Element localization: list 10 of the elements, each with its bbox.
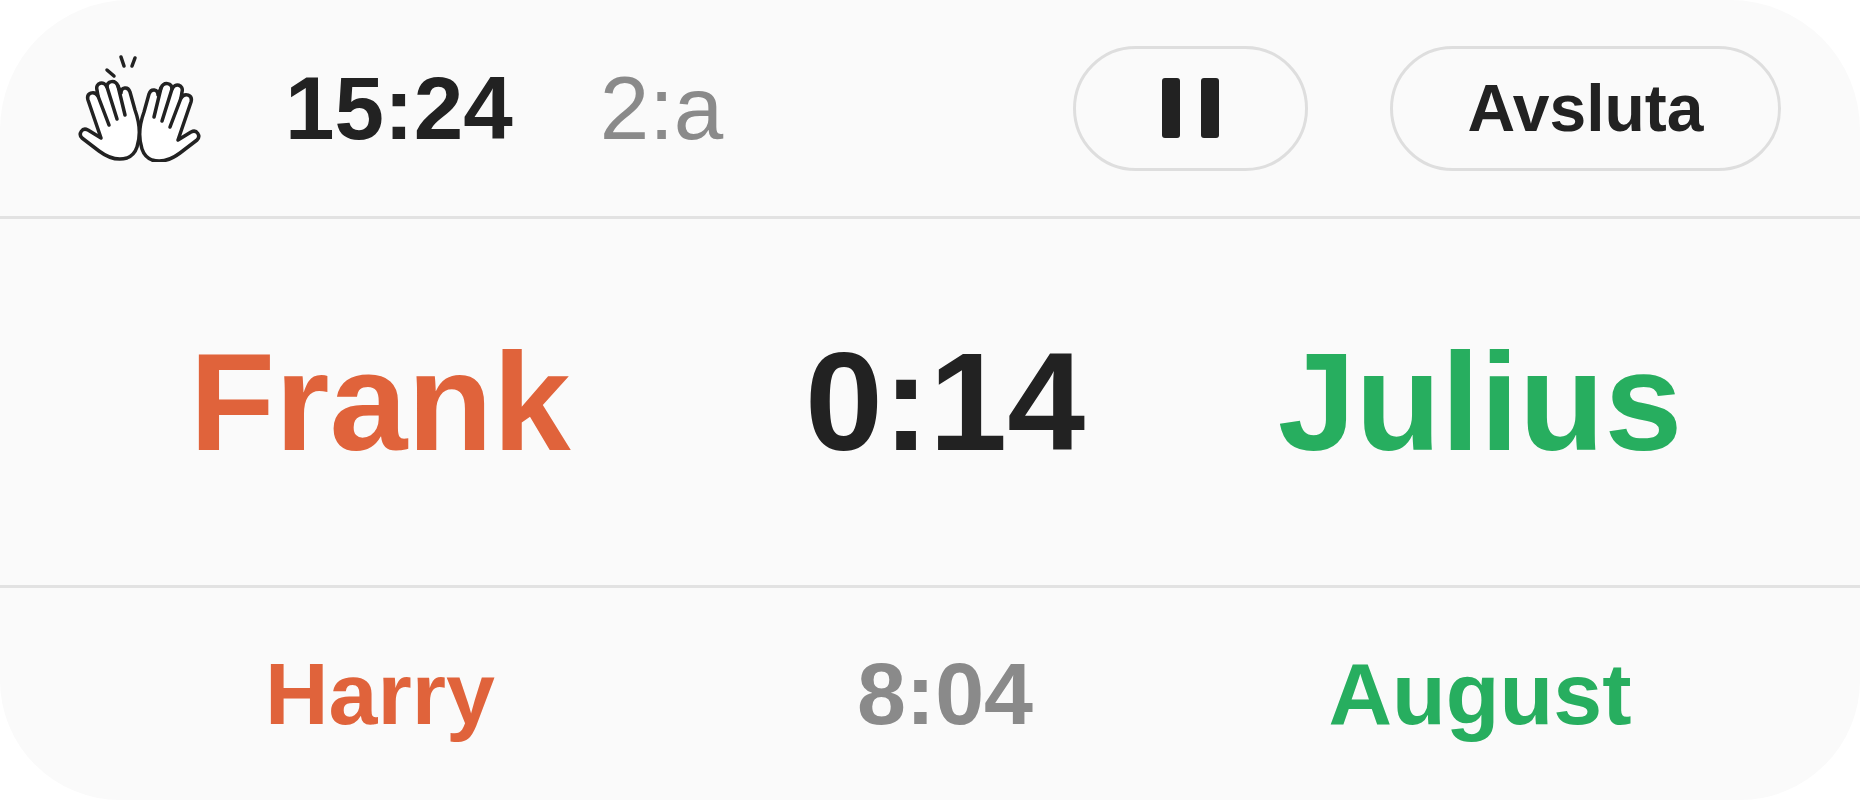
- match-timer: 8:04: [856, 650, 1034, 738]
- player-name: Frank: [189, 332, 571, 472]
- clock-time: 15:24: [285, 63, 513, 153]
- pause-button[interactable]: [1073, 45, 1308, 171]
- match-timer: 0:14: [804, 332, 1086, 472]
- high-five-icon: [77, 54, 202, 162]
- player-name: Julius: [1277, 332, 1683, 472]
- pause-icon: [1162, 78, 1219, 138]
- end-button[interactable]: Avsluta: [1390, 45, 1781, 171]
- round-label: 2:a: [599, 63, 724, 153]
